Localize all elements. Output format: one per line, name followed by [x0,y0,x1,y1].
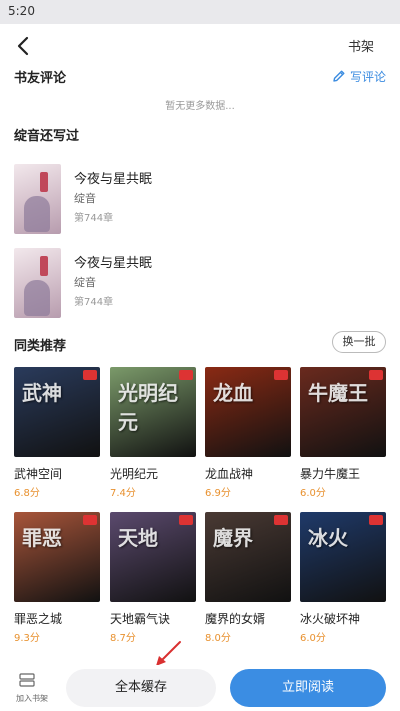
book-cover: 武神 [14,367,100,457]
read-now-button[interactable]: 立即阅读 [230,669,386,707]
pencil-icon [333,70,345,82]
status-bar: 5:20 [0,0,400,24]
book-cover: 龙血 [205,367,291,457]
book-title: 天地霸气诀 [110,612,171,626]
write-review-label: 写评论 [349,69,386,84]
reviews-title: 书友评论 [14,71,67,86]
work-title: 今夜与星共眠 [74,172,153,187]
book-title: 魔界的女婿 [205,612,266,626]
bookshelf-button[interactable]: 书架 [348,36,374,55]
book-title: 龙血战神 [205,467,254,481]
bottom-action-bar: 加入书架 全本缓存 立即阅读 [0,665,400,711]
book-cover: 冰火 [300,512,386,602]
book-cover: 罪恶 [14,512,100,602]
book-score: 8.0分 [205,633,231,644]
work-author: 绽音 [74,192,96,205]
bookshelf-icon [19,673,35,687]
change-batch-button[interactable]: 换一批 [332,331,386,353]
book-score: 6.0分 [300,633,326,644]
work-title: 今夜与星共眠 [74,256,153,271]
work-chapter: 第744章 [74,297,114,308]
work-item[interactable]: 今夜与星共眠 绽音 第744章 [14,164,386,234]
work-item[interactable]: 今夜与星共眠 绽音 第744章 [14,248,386,318]
book-score: 6.8分 [14,488,40,499]
book-score: 7.4分 [110,488,136,499]
top-nav: 书架 [0,30,400,60]
cache-all-button[interactable]: 全本缓存 [66,669,216,707]
book-title: 罪恶之城 [14,612,63,626]
add-to-shelf-button[interactable]: 加入书架 [10,671,48,707]
work-cover [14,248,61,318]
book-title: 武神空间 [14,467,63,481]
annotation-arrow-icon [156,641,181,666]
book-cover: 牛魔王 [300,367,386,457]
author-works-title: 绽音还写过 [14,129,80,144]
book-title: 光明纪元 [110,467,159,481]
add-to-shelf-label: 加入书架 [16,694,48,703]
book-score: 9.3分 [14,633,40,644]
book-cover: 天地 [110,512,196,602]
book-score: 6.0分 [300,488,326,499]
chevron-left-icon [17,36,29,56]
book-title: 暴力牛魔王 [300,467,361,481]
write-review-button[interactable]: 写评论 [332,67,386,85]
book-cover: 魔界 [205,512,291,602]
book-title: 冰火破坏神 [300,612,361,626]
book-score: 8.7分 [110,633,136,644]
work-author: 绽音 [74,276,96,289]
book-score: 6.9分 [205,488,231,499]
status-time: 5:20 [8,4,35,18]
recommend-title: 同类推荐 [14,339,67,354]
reviews-empty-text: 暂无更多数据... [165,101,235,112]
work-cover [14,164,61,234]
book-cover: 光明纪元 [110,367,196,457]
work-chapter: 第744章 [74,213,114,224]
back-button[interactable] [12,34,36,58]
